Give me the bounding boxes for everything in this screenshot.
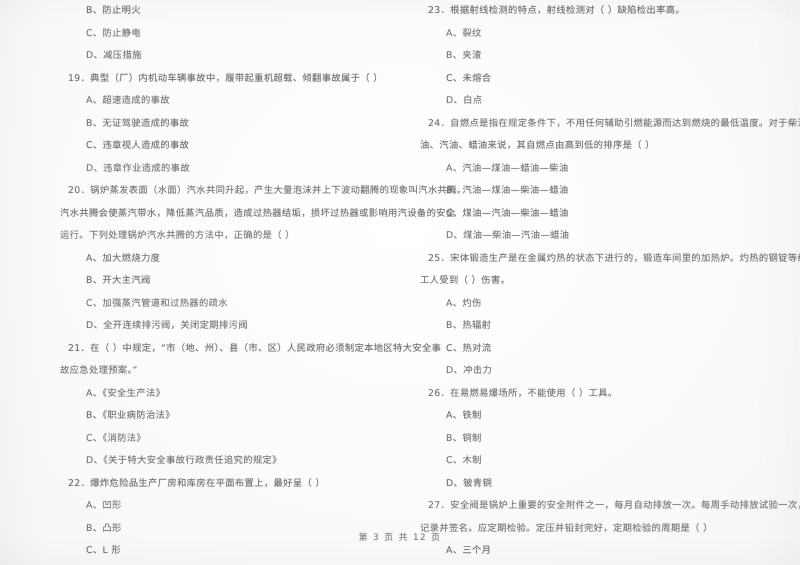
question-stem-continuation: 故应急处理预案。” — [60, 365, 138, 376]
question-stem-continuation: 油、汽油、蜡油来说，其自燃点由高到低的排序是（ ） — [420, 140, 655, 151]
question-option: A、《安全生产法》 — [86, 387, 166, 399]
question-option: C、热对流 — [446, 342, 492, 354]
question-stem-continuation: 工人受到（ ）伤害。 — [420, 275, 511, 286]
question-stem: 24．自燃点是指在规定条件下，不用任何辅助引燃能源而达到燃烧的最低温度。对于柴油… — [428, 117, 800, 129]
question-option: D、减压措施 — [86, 50, 142, 61]
scanned-exam-page: B、防止明火 C、防止静电 D、减压措施 19．典型（厂）内机动车辆事故中，履带起重机… — [0, 0, 800, 565]
question-option: D、铍青铜 — [446, 477, 493, 489]
question-option: A、加大燃烧力度 — [86, 252, 161, 264]
question-option: D、白点 — [446, 95, 483, 106]
question-option: A、汽油—煤油—蜡油—柴油 — [446, 162, 569, 174]
question-option: D、煤油—柴油—汽油—蜡油 — [446, 230, 570, 241]
question-option: D、全开连续排污阀，关闭定期排污阀 — [86, 320, 248, 331]
question-stem: 19．典型（厂）内机动车辆事故中，履带起重机超载、倾翻事故属于（ ） — [68, 72, 383, 84]
question-option: D、违章作业造成的事故 — [86, 162, 190, 174]
question-option: B、夹渣 — [446, 50, 482, 61]
question-option: A、超速造成的事故 — [86, 95, 170, 106]
question-option: D、《关于特大安全事故行政责任追究的规定》 — [86, 455, 282, 466]
question-option: B、热辐射 — [446, 320, 492, 331]
page-footer: 第 3 页 共 12 页 — [358, 533, 442, 543]
question-stem: 21．在（ ）中规定，“市（地、州）、县（市、区）人民政府必须制定本地区特大安全… — [68, 342, 442, 354]
question-option: C、《消防法》 — [86, 432, 147, 444]
question-column-left: B、防止明火 C、防止静电 D、减压措施 19．典型（厂）内机动车辆事故中，履带起重机… — [60, 0, 467, 565]
question-option: C、L 形 — [86, 545, 121, 556]
question-option: D、冲击力 — [446, 365, 493, 376]
question-column-right: 23．根据射线检测的特点，射线检测对（ ）缺陷检出率高。 A、裂纹 B、夹渣 C、未熔… — [420, 0, 800, 565]
question-option: A、裂纹 — [446, 27, 482, 39]
question-option: B、汽油—煤油—柴油—蜡油 — [446, 185, 569, 196]
question-stem: 20．锅炉蒸发表面（水面）汽水共同升起，产生大量泡沫并上下波动翻腾的现象叫汽水共… — [68, 185, 467, 196]
question-stem: 22．爆炸危险品生产厂房和库房在平面布置上，最好呈（ ） — [68, 477, 326, 489]
question-option: C、加强蒸汽管道和过热器的疏水 — [86, 297, 228, 309]
question-stem: 25．宋体锻造生产是在金属灼热的状态下进行的，锻造车间里的加热炉。灼热的钢锭等经… — [428, 252, 800, 264]
question-option: C、煤油—汽油—柴油—蜡油 — [446, 207, 569, 219]
question-stem: 27．安全阀是锅炉上重要的安全附件之一，每月自动排放一次。每周手动排放试验一次，… — [428, 500, 800, 511]
question-option: B、无证驾驶造成的事故 — [86, 117, 190, 129]
question-stem: 23．根据射线检测的特点，射线检测对（ ）缺陷检出率高。 — [428, 5, 686, 16]
question-option: C、防止静电 — [86, 27, 142, 39]
question-option: A、铁制 — [446, 410, 482, 421]
question-option: A、凹形 — [86, 500, 122, 511]
question-option: C、木制 — [446, 455, 482, 466]
question-option: B、《职业病防治法》 — [86, 410, 175, 421]
question-stem: 26．在易燃易爆场所，不能使用（ ）工具。 — [428, 387, 618, 399]
question-option: B、防止明火 — [86, 5, 141, 16]
question-option: B、开大主汽阀 — [86, 275, 151, 286]
question-stem-continuation: 汽水共腾会使蒸汽带水，降低蒸汽品质，造成过热器结垢，损坏过热器或影响用汽设备的安… — [60, 207, 456, 219]
question-option: C、未熔合 — [446, 72, 492, 84]
question-option: C、违章视人造成的事故 — [86, 140, 190, 151]
question-option: A、三个月 — [446, 545, 492, 556]
question-stem-continuation: 运行。下列处理锅炉汽水共腾的方法中，正确的是（ ） — [60, 230, 295, 241]
question-option: B、铜制 — [446, 432, 482, 444]
question-option: A、灼伤 — [446, 297, 482, 309]
